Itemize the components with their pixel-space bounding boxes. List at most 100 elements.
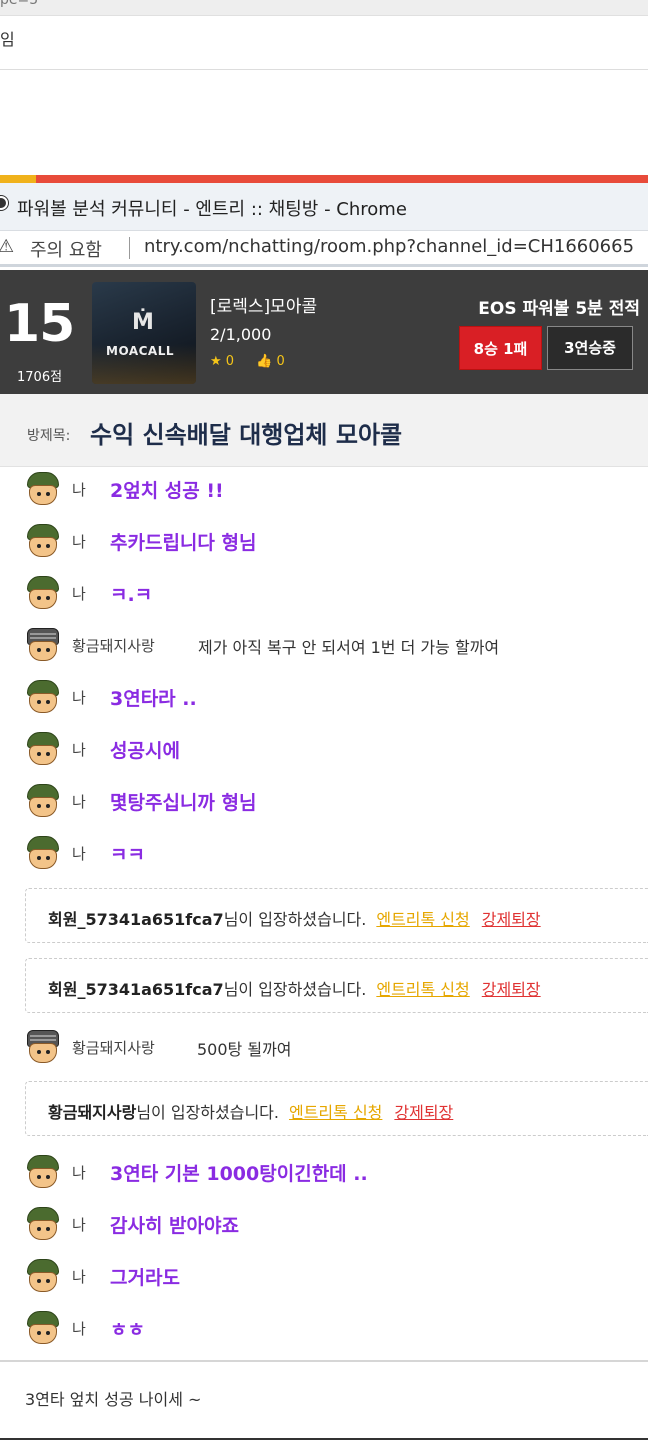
message-nick[interactable]: 황금돼지사랑 <box>72 635 155 656</box>
chat-message: 황금돼지사랑 제가 아직 복구 안 되서여 1번 더 가능 할까여 <box>24 624 644 668</box>
message-nick[interactable]: 나 <box>72 583 86 604</box>
message-nick[interactable]: 나 <box>72 1266 86 1287</box>
address-bar[interactable]: ⚠ 주의 요함 ntry.com/nchatting/room.php?chan… <box>0 231 648 267</box>
helmet-avatar-icon[interactable] <box>24 628 62 664</box>
system-text: 님이 입장하셨습니다. <box>136 1103 279 1122</box>
message-text: ㅎㅎ <box>110 1319 145 1341</box>
message-text: ㅋㅋ <box>110 844 145 866</box>
chat-message: 나 추카드립니다 형님 <box>24 520 644 564</box>
message-text: 몇탕주십니까 형님 <box>110 792 257 814</box>
soldier-avatar-icon[interactable] <box>24 1311 62 1347</box>
system-message-content: 회원_57341a651fca7님이 입장하셨습니다. 엔트리톡 신청 강제퇴장 <box>48 906 541 930</box>
soldier-avatar-icon[interactable] <box>24 680 62 716</box>
room-stats: ★ 0 👍 0 <box>210 354 303 369</box>
address-separator <box>129 237 130 259</box>
message-nick[interactable]: 나 <box>72 531 86 552</box>
star-count: 0 <box>225 354 235 369</box>
background-line-text: 임 <box>0 30 15 49</box>
soldier-avatar-icon[interactable] <box>24 732 62 768</box>
warning-triangle-icon[interactable]: ⚠ <box>0 236 14 257</box>
message-text: 2엎치 성공 !! <box>110 480 224 502</box>
favicon-icon <box>0 196 8 210</box>
chat-input[interactable] <box>0 1362 648 1434</box>
room-title: 수익 신속배달 대행업체 모아콜 <box>90 421 403 449</box>
entry-talk-request-link[interactable]: 엔트리톡 신청 <box>376 910 469 929</box>
chat-message: 나 3연타라 .. <box>24 676 644 720</box>
kick-out-link[interactable]: 강제퇴장 <box>394 1103 453 1122</box>
user-points: 1706점 <box>17 370 63 385</box>
message-text: 3연타 기본 1000탕이긴한데 .. <box>110 1163 368 1185</box>
user-level: 15 <box>4 294 75 354</box>
message-nick[interactable]: 나 <box>72 1318 86 1339</box>
background-top-text: pe=5 <box>0 0 39 8</box>
security-warning-label[interactable]: 주의 요함 <box>30 236 102 262</box>
kick-out-link[interactable]: 강제퇴장 <box>482 910 541 929</box>
message-nick[interactable]: 나 <box>72 739 86 760</box>
soldier-avatar-icon[interactable] <box>24 784 62 820</box>
room-name: [로렉스]모아콜 <box>210 297 318 317</box>
system-message-content: 회원_57341a651fca7님이 입장하셨습니다. 엔트리톡 신청 강제퇴장 <box>48 976 541 1000</box>
accent-segment <box>0 175 36 183</box>
chat-message: 나 2엎치 성공 !! <box>24 468 644 512</box>
system-message: 황금돼지사랑님이 입장하셨습니다. 엔트리톡 신청 강제퇴장 <box>25 1081 648 1136</box>
room-thumbnail[interactable]: Ṁ MOACALL <box>92 282 196 384</box>
url-text[interactable]: ntry.com/nchatting/room.php?channel_id=C… <box>144 236 634 257</box>
chat-message: 나 몇탕주십니까 형님 <box>24 780 644 824</box>
entry-talk-request-link[interactable]: 엔트리톡 신청 <box>289 1103 382 1122</box>
soldier-avatar-icon[interactable] <box>24 472 62 508</box>
chat-message: 나 ㅋ.ㅋ <box>24 572 644 616</box>
room-header: 15 1706점 Ṁ MOACALL [로렉스]모아콜 2/1,000 ★ 0 … <box>0 270 648 394</box>
soldier-avatar-icon[interactable] <box>24 1259 62 1295</box>
system-user[interactable]: 회원_57341a651fca7 <box>48 910 224 929</box>
streak-badge: 3연승중 <box>547 326 633 370</box>
message-nick[interactable]: 나 <box>72 479 86 500</box>
message-text: 성공시에 <box>110 740 180 762</box>
system-message-content: 황금돼지사랑님이 입장하셨습니다. 엔트리톡 신청 강제퇴장 <box>48 1099 453 1123</box>
message-nick[interactable]: 나 <box>72 687 86 708</box>
chat-message: 나 성공시에 <box>24 728 644 772</box>
win-loss-badge: 8승 1패 <box>459 326 542 370</box>
chat-list[interactable]: 나 2엎치 성공 !! 나 추카드립니다 형님 나 ㅋ.ㅋ 황금돼지사랑 제가 … <box>0 468 648 1360</box>
message-text: 3연타라 .. <box>110 688 197 710</box>
thumbs-up-icon[interactable]: 👍 <box>256 354 272 369</box>
helmet-avatar-icon[interactable] <box>24 1030 62 1066</box>
message-nick[interactable]: 나 <box>72 1214 86 1235</box>
chat-message: 나 ㅎㅎ <box>24 1307 644 1351</box>
thumbnail-brand: MOACALL <box>106 344 174 358</box>
chat-message: 나 그거라도 <box>24 1255 644 1299</box>
star-icon[interactable]: ★ <box>210 354 222 369</box>
message-nick[interactable]: 나 <box>72 791 86 812</box>
divider <box>0 69 648 70</box>
soldier-avatar-icon[interactable] <box>24 576 62 612</box>
system-text: 님이 입장하셨습니다. <box>223 980 367 999</box>
message-text: ㅋ.ㅋ <box>110 584 153 606</box>
soldier-avatar-icon[interactable] <box>24 1155 62 1191</box>
system-user[interactable]: 황금돼지사랑 <box>48 1103 136 1122</box>
soldier-avatar-icon[interactable] <box>24 836 62 872</box>
window-title: 파워볼 분석 커뮤니티 - 엔트리 :: 채팅방 - Chrome <box>17 199 407 220</box>
message-nick[interactable]: 나 <box>72 1162 86 1183</box>
chat-message: 나 ㅋㅋ <box>24 832 644 876</box>
window-accent-bar <box>0 175 648 183</box>
system-user[interactable]: 회원_57341a651fca7 <box>48 980 224 999</box>
record-title: EOS 파워볼 5분 전적 <box>478 299 640 319</box>
message-text: 추카드립니다 형님 <box>110 532 257 554</box>
soldier-avatar-icon[interactable] <box>24 1207 62 1243</box>
chat-message: 나 3연타 기본 1000탕이긴한데 .. <box>24 1151 644 1195</box>
entry-talk-request-link[interactable]: 엔트리톡 신청 <box>376 980 469 999</box>
moacall-logo-icon: Ṁ <box>132 310 154 335</box>
system-message: 회원_57341a651fca7님이 입장하셨습니다. 엔트리톡 신청 강제퇴장 <box>25 958 648 1013</box>
message-text: 제가 아직 복구 안 되서여 1번 더 가능 할까여 <box>198 638 500 657</box>
member-count: 2/1,000 <box>210 325 272 344</box>
chat-message: 나 감사히 받아야죠 <box>24 1203 644 1247</box>
system-text: 님이 입장하셨습니다. <box>223 910 367 929</box>
message-text: 500탕 될까여 <box>197 1040 292 1059</box>
system-message: 회원_57341a651fca7님이 입장하셨습니다. 엔트리톡 신청 강제퇴장 <box>25 888 648 943</box>
background-page: pe=5 임 <box>0 0 648 175</box>
message-nick[interactable]: 황금돼지사랑 <box>72 1037 155 1058</box>
kick-out-link[interactable]: 강제퇴장 <box>482 980 541 999</box>
message-text: 감사히 받아야죠 <box>110 1215 239 1237</box>
message-nick[interactable]: 나 <box>72 843 86 864</box>
window-titlebar[interactable]: 파워볼 분석 커뮤니티 - 엔트리 :: 채팅방 - Chrome <box>0 183 648 231</box>
soldier-avatar-icon[interactable] <box>24 524 62 560</box>
